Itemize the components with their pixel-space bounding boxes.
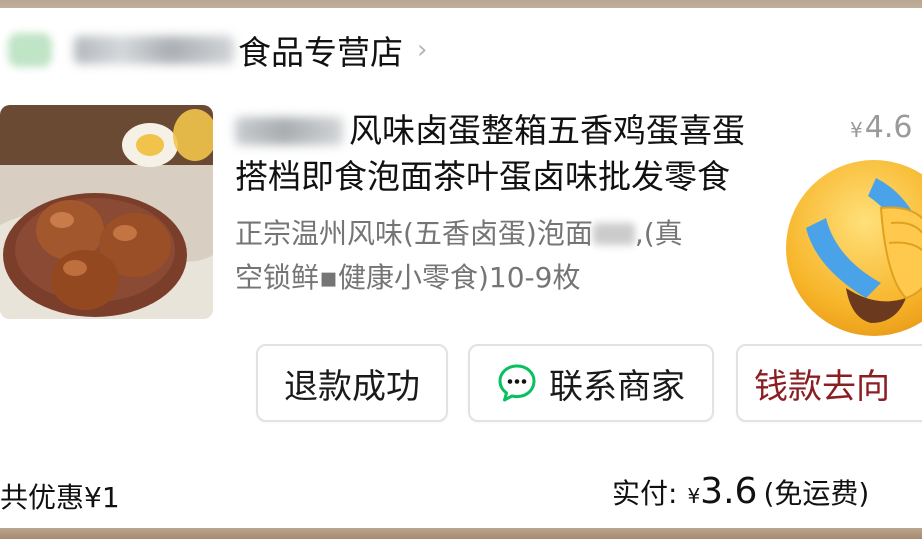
product-desc-part-b: ,(真 xyxy=(634,217,683,250)
paid-total: 实付: ¥3.6 (免运费) xyxy=(612,471,869,512)
product-description: 正宗温州风味(五香卤蛋)泡面 ,(真 空锁鲜▪健康小零食)10-9枚 xyxy=(235,212,795,300)
order-card: 食品专营店 › 风味卤蛋整箱五香鸡蛋喜蛋 搭档即食泡面茶叶蛋卤味批发零食 正宗温… xyxy=(0,8,922,528)
refund-success-label: 退款成功 xyxy=(284,366,420,407)
product-title-line-2: 搭档即食泡面茶叶蛋卤味批发零食 xyxy=(235,157,730,196)
paid-currency: ¥ xyxy=(687,484,701,508)
store-name: 食品专营店 xyxy=(238,33,403,72)
product-desc-part-a: 正宗温州风味(五香卤蛋)泡面 xyxy=(235,217,593,250)
price-value: 4.6 xyxy=(864,110,913,145)
shipping-note: (免运费) xyxy=(763,477,870,510)
money-whereabouts-label: 钱款去向 xyxy=(754,366,890,407)
title-brand-redacted xyxy=(235,117,343,145)
contact-seller-label: 联系商家 xyxy=(549,366,685,407)
refund-success-button[interactable]: 退款成功 xyxy=(256,344,448,422)
product-image[interactable] xyxy=(0,105,213,319)
chat-bubble-icon xyxy=(498,364,536,402)
money-whereabouts-button[interactable]: 钱款去向 xyxy=(736,344,922,422)
desc-redacted xyxy=(592,223,635,245)
discount-total: 共优惠¥1 xyxy=(0,481,120,514)
face-palm-crying-emoji xyxy=(786,160,922,336)
product-title[interactable]: 风味卤蛋整箱五香鸡蛋喜蛋 搭档即食泡面茶叶蛋卤味批发零食 xyxy=(235,108,805,200)
price-currency: ¥ xyxy=(850,118,863,142)
product-price: ¥4.6 xyxy=(850,110,912,145)
paid-label: 实付: xyxy=(612,477,678,510)
paid-amount: 3.6 xyxy=(700,471,758,512)
chevron-right-icon: › xyxy=(417,35,428,65)
store-name-redacted xyxy=(74,36,234,64)
product-title-line-1: 风味卤蛋整箱五香鸡蛋喜蛋 xyxy=(349,111,745,150)
product-desc-line-2: 空锁鲜▪健康小零食)10-9枚 xyxy=(235,261,581,294)
store-header[interactable]: 食品专营店 › xyxy=(0,22,427,78)
store-logo xyxy=(8,33,52,67)
contact-seller-button[interactable]: 联系商家 xyxy=(468,344,714,422)
